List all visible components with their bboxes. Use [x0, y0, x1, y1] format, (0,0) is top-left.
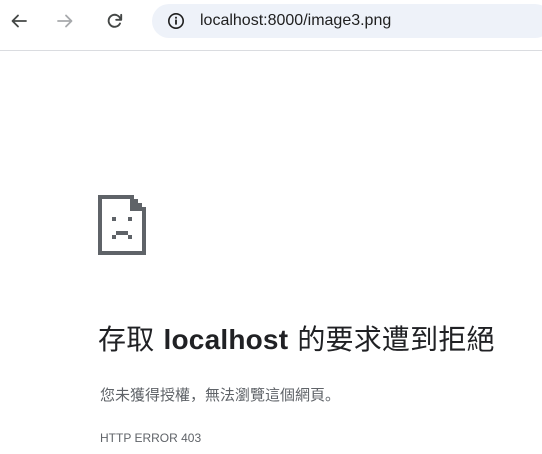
error-code: HTTP ERROR 403	[100, 431, 202, 445]
site-info-button[interactable]	[166, 11, 186, 31]
error-title-host: localhost	[163, 324, 289, 355]
error-title: 存取 localhost 的要求遭到拒絕	[98, 318, 495, 358]
arrow-right-icon	[57, 14, 73, 28]
toolbar-divider	[0, 50, 542, 51]
back-button[interactable]	[4, 6, 34, 36]
reload-icon	[107, 13, 123, 28]
error-title-suffix: 的要求遭到拒絕	[288, 323, 495, 356]
reload-button[interactable]	[100, 6, 130, 36]
info-icon	[168, 13, 184, 29]
address-bar[interactable]: localhost:8000/image3.png	[152, 4, 542, 38]
browser-toolbar: localhost:8000/image3.png	[0, 0, 542, 50]
error-title-prefix: 存取	[98, 323, 164, 356]
forward-button[interactable]	[50, 6, 80, 36]
arrow-left-icon	[11, 14, 27, 28]
url-text[interactable]: localhost:8000/image3.png	[200, 12, 391, 30]
error-description: 您未獲得授權，無法瀏覽這個網頁。	[100, 386, 341, 404]
sad-page-icon	[98, 195, 150, 255]
